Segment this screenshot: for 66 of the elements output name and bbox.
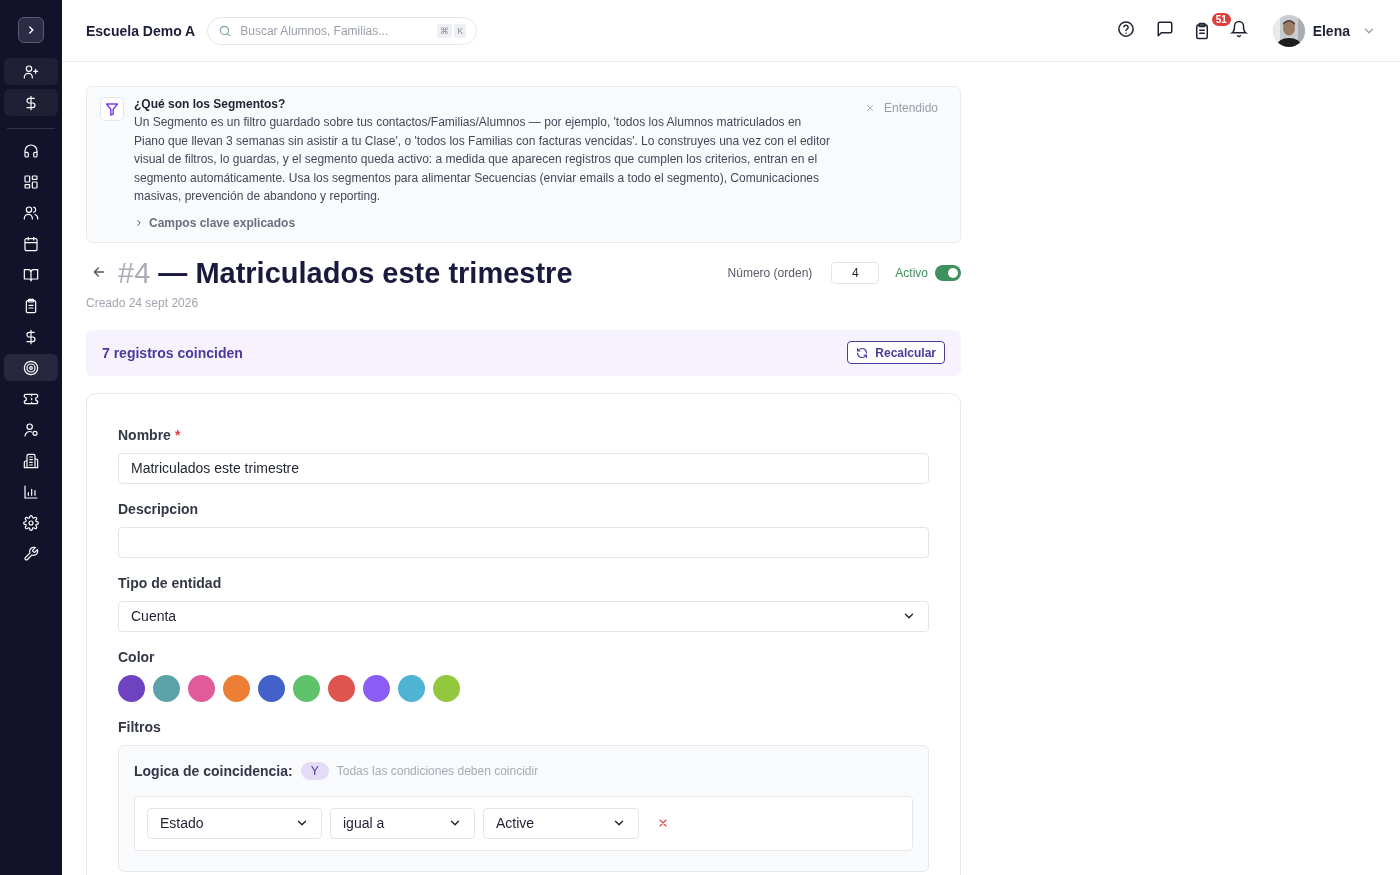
color-swatch[interactable] xyxy=(293,674,320,702)
created-date: Creado 24 sept 2026 xyxy=(86,295,200,310)
color-swatch[interactable] xyxy=(223,674,250,702)
filter-icon xyxy=(100,97,124,121)
text-input[interactable] xyxy=(118,526,929,558)
refresh-icon xyxy=(856,346,869,359)
field-label: Filtros xyxy=(118,718,161,735)
field-label: Nombre xyxy=(118,426,171,443)
quick-action-button[interactable] xyxy=(4,58,58,85)
users-icon xyxy=(23,204,39,221)
color-swatch[interactable] xyxy=(118,674,145,702)
operator-select[interactable]: igual a xyxy=(330,807,475,839)
school-name: Escuela Demo A xyxy=(86,22,196,39)
text-input[interactable]: Matriculados este trimestre xyxy=(118,452,929,484)
entity-type-select[interactable]: Cuenta xyxy=(118,600,929,632)
required-mark: * xyxy=(174,426,181,443)
building-icon xyxy=(23,452,39,469)
bar-chart-icon xyxy=(23,483,39,500)
dollar-icon xyxy=(23,328,39,345)
color-swatch[interactable] xyxy=(398,674,425,702)
recalculate-button[interactable]: Recalcular xyxy=(847,341,945,365)
user-name[interactable]: Elena xyxy=(1312,22,1350,39)
user-plus-icon xyxy=(23,63,39,80)
quick-action-button[interactable] xyxy=(4,89,58,116)
clipboard-icon xyxy=(23,297,39,314)
segment-number: #4 xyxy=(118,256,151,289)
info-title: ¿Qué son los Segmentos? xyxy=(134,97,287,111)
calendar-icon xyxy=(23,235,39,252)
color-swatch[interactable] xyxy=(328,674,355,702)
search-input[interactable]: Buscar Alumnos, Familias... xyxy=(238,22,432,39)
headset-icon xyxy=(23,142,39,159)
active-label: Activo xyxy=(895,266,928,281)
notification-badge: 51 xyxy=(1211,12,1231,26)
field-label: Color xyxy=(118,648,155,665)
details-toggle[interactable]: Campos clave explicados xyxy=(134,215,296,230)
search-icon xyxy=(218,23,233,38)
info-text: Un Segmento es un filtro guardado sobre tus contactos/Familias/Alumnos — por ejemplo, 'todos los Alumnos matriculados en Piano que llevan 3 semanas sin asistir a tu Clase', o 'todos los Familias con facturas vencidas'. Lo construyes una vez con el editor visual de filtros, lo guardas, y el segmento queda activo: a medida que aparecen registros que cumplen los criterios, entran en el segmento automáticamente. Usa los segmentos para alimentar Secuencias (enviar emails a todo el segmento), Comunicaciones masivas, prevención de abandono y reporting. xyxy=(134,114,831,206)
match-count: 7 registros coinciden xyxy=(102,344,243,361)
expand-sidebar-button[interactable] xyxy=(18,17,44,43)
shortcut-key: ⌘ xyxy=(437,23,453,38)
value-select[interactable]: Active xyxy=(483,807,639,839)
color-swatch[interactable] xyxy=(258,674,285,702)
user-gear-icon xyxy=(23,421,39,438)
field-select[interactable]: Estado xyxy=(147,807,322,839)
shortcut-key: K xyxy=(454,23,467,38)
order-input[interactable]: 4 xyxy=(831,262,880,285)
page-title: — Matriculados este trimestre xyxy=(158,256,573,289)
field-label: Descripcion xyxy=(118,500,199,517)
color-swatch[interactable] xyxy=(433,674,460,702)
wrench-icon xyxy=(23,545,39,562)
logic-label: Logica de coincidencia: xyxy=(134,762,293,779)
logic-toggle[interactable]: Y xyxy=(300,761,329,780)
settings-icon xyxy=(23,514,39,531)
color-swatch[interactable] xyxy=(153,674,180,702)
active-toggle[interactable] xyxy=(935,265,961,282)
color-swatch[interactable] xyxy=(188,674,215,702)
close-icon xyxy=(864,103,875,113)
field-label: Tipo de entidad xyxy=(118,574,222,591)
order-label: Número (orden) xyxy=(727,266,813,281)
sidebar-item[interactable] xyxy=(4,354,58,381)
logic-hint: Todas las condiciones deben coincidir xyxy=(336,763,539,778)
target-icon xyxy=(23,359,39,376)
dollar-icon xyxy=(23,94,39,111)
color-swatch[interactable] xyxy=(363,674,390,702)
grid-icon xyxy=(23,173,39,190)
book-icon xyxy=(23,266,39,283)
